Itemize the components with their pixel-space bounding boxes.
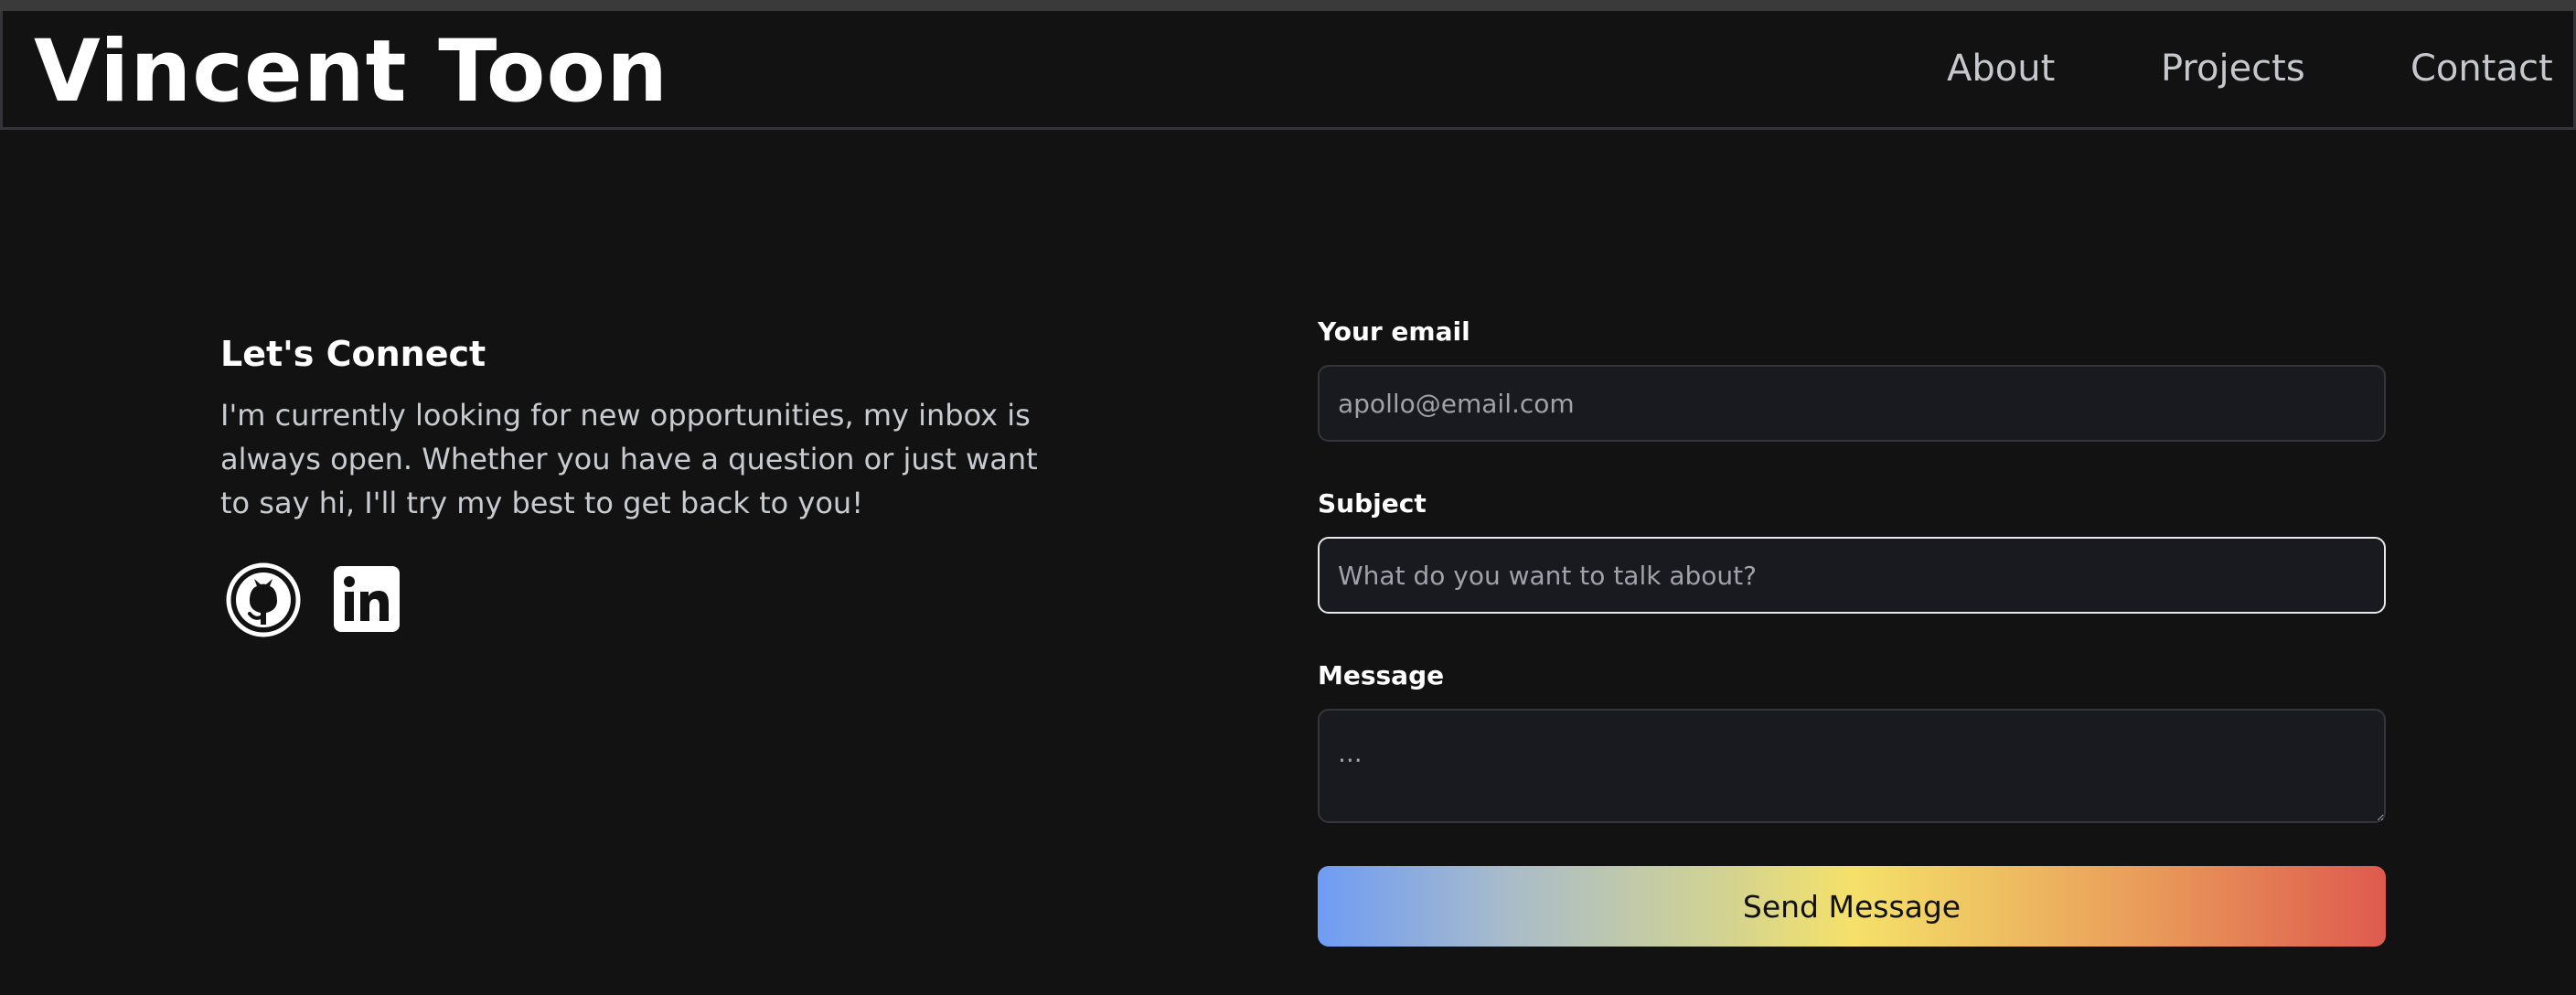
browser-top-strip [0,0,2576,11]
nav-link-about[interactable]: About [1947,46,2055,91]
github-icon[interactable] [226,562,301,637]
linkedin-icon-graphic [334,566,400,632]
site-logo[interactable]: Vincent Toon [34,22,668,123]
email-label: Your email [1318,316,1470,347]
nav-link-contact[interactable]: Contact [2410,46,2553,91]
email-field[interactable] [1318,365,2386,442]
connect-description: I'm currently looking for new opportunit… [220,398,1038,520]
message-textarea[interactable] [1318,709,2386,823]
send-message-button[interactable]: Send Message [1318,866,2386,947]
github-icon-graphic [226,562,301,637]
subject-label: Subject [1318,488,1427,519]
nav-link-projects[interactable]: Projects [2161,46,2305,91]
connect-heading: Let's Connect [220,334,486,374]
linkedin-icon[interactable] [332,564,401,634]
message-label: Message [1318,660,1445,690]
subject-field[interactable] [1318,537,2386,614]
navbar: Vincent Toon About Projects Contact [0,11,2576,130]
